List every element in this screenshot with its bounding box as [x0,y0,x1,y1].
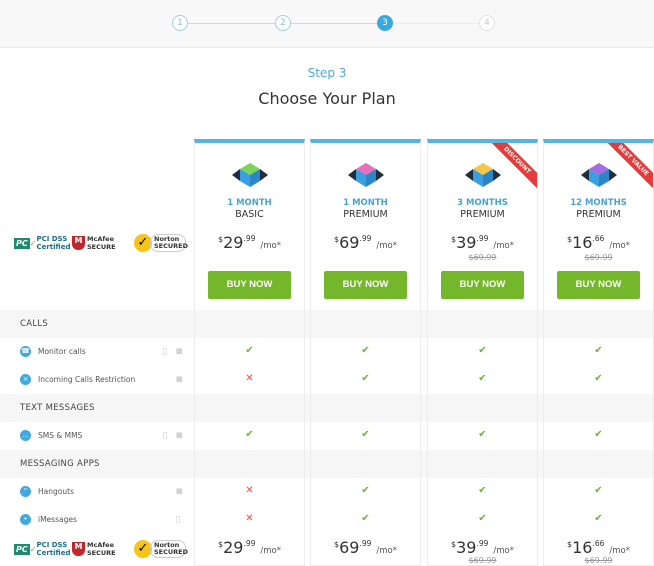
plan-price-footer: $39.99/mo* [451,538,514,557]
plan-term: 3 MONTHS [457,198,508,208]
plan-cube-icon [581,163,617,187]
security-badges-footer: PC ✓ PCI DSS Certified M McAfee SECURE ✓ Nor… [14,540,188,558]
section-label: MESSAGING APPS [20,459,100,469]
old-price: $69.99 [584,253,613,262]
plan-cube-icon [465,163,501,187]
old-price-footer: $69.99 [584,556,613,565]
plan-term: 1 MONTH [343,198,388,208]
plan-price-footer: $16.66/mo* [567,538,630,557]
old-price-footer: $69.99 [468,556,497,565]
section-label: TEXT MESSAGES [20,403,95,413]
step-connector [291,23,377,24]
step-3: 3 [377,15,393,31]
apple-icon:  [176,515,180,523]
buy-now-button[interactable]: BUY NOW [208,271,291,299]
step-label: Step 3 [307,66,347,80]
feature-label: Monitor calls [38,347,86,356]
step-connector [188,23,275,24]
plan-price-footer: $29.99/mo* [218,538,281,557]
phone-icon: ☎ [20,346,31,357]
old-price: $69.99 [468,253,497,262]
plan-tier: PREMIUM [343,209,388,220]
plan-card: 1 MONTH PREMIUM $69.99/mo* BUY NOW $69.99/m… [310,139,421,566]
plan-price-footer: $69.99/mo* [334,538,397,557]
pci-dss-badge: PC ✓ PCI DSS Certified [14,541,71,557]
android-icon: ▩ [176,347,183,355]
plan-cube-icon [232,163,268,187]
imessage-icon: • [20,514,31,525]
section-label: CALLS [20,319,49,329]
plan-price: $16.66/mo* [567,233,630,252]
mcafee-badge: M McAfee SECURE [72,235,134,251]
pci-dss-badge: PC ✓ PCI DSS Certified [14,235,71,251]
buy-now-button[interactable]: BUY NOW [441,271,524,299]
android-icon: ▩ [176,487,183,495]
feature-label: Hangouts [38,487,74,496]
step-4: 4 [479,15,495,31]
plan-term: 12 MONTHS [570,198,627,208]
step-2[interactable]: 2 [275,15,291,31]
android-icon: ▩ [176,431,183,439]
android-icon: ▩ [176,375,183,383]
plan-card: 1 MONTH BASIC $29.99/mo* BUY NOW $29.99/mo* [194,139,305,566]
norton-badge: ✓ Norton SECURED [134,540,188,558]
feature-label: iMessages [38,515,77,524]
step-1[interactable]: 1 [172,15,188,31]
block-icon: × [20,374,31,385]
plan-card: 3 MONTHS PREMIUM $39.99/mo* $69.99 BUY NOW D… [427,139,538,566]
security-badges: PC ✓ PCI DSS Certified M McAfee SECURE ✓ Nor… [14,234,188,252]
plan-price: $39.99/mo* [451,233,514,252]
plan-tier: PREMIUM [460,209,505,220]
feature-label: Incoming Calls Restriction [38,375,136,384]
norton-badge: ✓ Norton SECURED [134,234,188,252]
step-connector [393,23,479,24]
mcafee-badge: M McAfee SECURE [72,541,134,557]
plan-price: $29.99/mo* [218,233,281,252]
plan-price: $69.99/mo* [334,233,397,252]
plan-tier: PREMIUM [576,209,621,220]
plan-cube-icon [348,163,384,187]
buy-now-button[interactable]: BUY NOW [324,271,407,299]
sms-icon: … [20,430,31,441]
stepper: 1 2 3 4 [0,0,654,48]
plan-card: 12 MONTHS PREMIUM $16.66/mo* $69.99 BUY NOW… [543,139,654,566]
plan-tier: BASIC [235,209,264,220]
plan-term: 1 MONTH [227,198,272,208]
buy-now-button[interactable]: BUY NOW [557,271,640,299]
apple-icon:  [163,347,167,355]
hangouts-icon: “ [20,486,31,497]
page-title: Choose Your Plan [258,89,396,108]
feature-label: SMS & MMS [38,431,83,440]
apple-icon:  [163,431,167,439]
